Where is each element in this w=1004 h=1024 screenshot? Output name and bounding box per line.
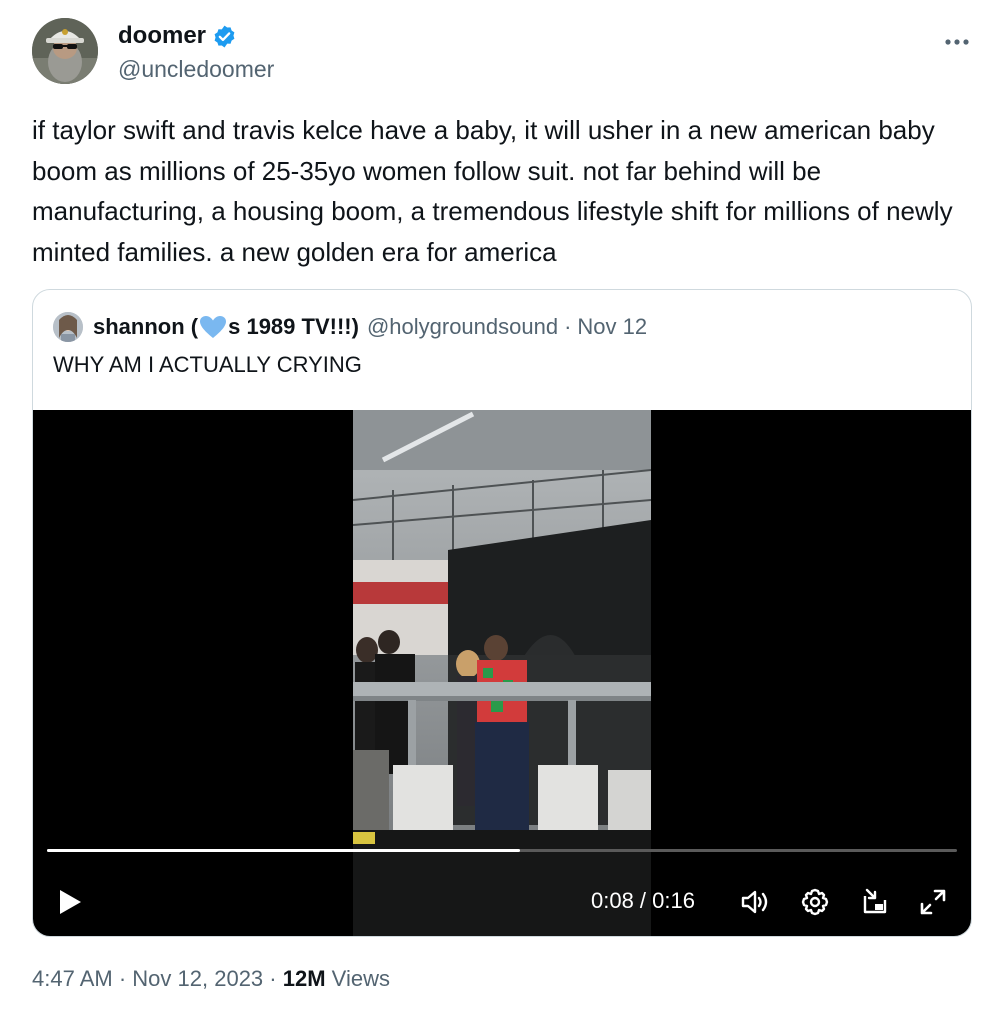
quoted-author-name-prefix[interactable]: shannon ( xyxy=(93,314,198,340)
views-count: 12M xyxy=(282,966,326,991)
views-label: Views xyxy=(331,966,390,991)
play-icon[interactable] xyxy=(55,887,85,917)
more-horizontal-icon[interactable] xyxy=(944,22,970,53)
video-progress-bar[interactable] xyxy=(47,849,957,852)
quoted-tweet-header: shannon ( s 1989 TV!!!) @holygroundsound… xyxy=(53,312,647,342)
settings-gear-icon[interactable] xyxy=(799,886,831,918)
verified-badge-icon[interactable] xyxy=(212,24,237,49)
fullscreen-icon[interactable] xyxy=(917,886,949,918)
picture-in-picture-icon[interactable] xyxy=(859,886,891,918)
video-time-display: 0:08 / 0:16 xyxy=(591,888,695,913)
quoted-tweet-text: WHY AM I ACTUALLY CRYING xyxy=(53,352,362,377)
quoted-author-name-suffix[interactable]: s 1989 TV!!!) xyxy=(228,314,359,340)
tweet-meta: 4:47 AM · Nov 12, 2023 · 12M Views xyxy=(32,966,390,992)
author-avatar[interactable] xyxy=(32,18,98,84)
video-frame xyxy=(352,410,652,936)
quoted-tweet-date[interactable]: Nov 12 xyxy=(577,314,647,340)
tweet-text: if taylor swift and travis kelce have a … xyxy=(32,115,953,267)
separator-dot: · xyxy=(564,314,572,339)
author-name[interactable]: doomer xyxy=(118,22,206,50)
tweet-time[interactable]: 4:47 AM xyxy=(32,966,113,991)
video-progress-fill xyxy=(47,849,521,852)
volume-icon[interactable] xyxy=(739,886,771,918)
tweet-date[interactable]: Nov 12, 2023 xyxy=(132,966,263,991)
separator-dot: · xyxy=(118,966,127,991)
quoted-tweet[interactable]: shannon ( s 1989 TV!!!) @holygroundsound… xyxy=(32,289,972,937)
tweet: doomer @uncledoomer if taylor swift and … xyxy=(0,0,1004,1024)
quoted-author-avatar[interactable] xyxy=(53,312,83,342)
blue-heart-icon xyxy=(199,315,227,339)
quoted-author-handle[interactable]: @holygroundsound xyxy=(367,314,558,340)
author-handle[interactable]: @uncledoomer xyxy=(118,56,274,83)
separator-dot: · xyxy=(269,966,277,991)
video-player[interactable]: 0:08 / 0:16 xyxy=(33,410,971,936)
author-name-row[interactable]: doomer xyxy=(118,22,237,50)
